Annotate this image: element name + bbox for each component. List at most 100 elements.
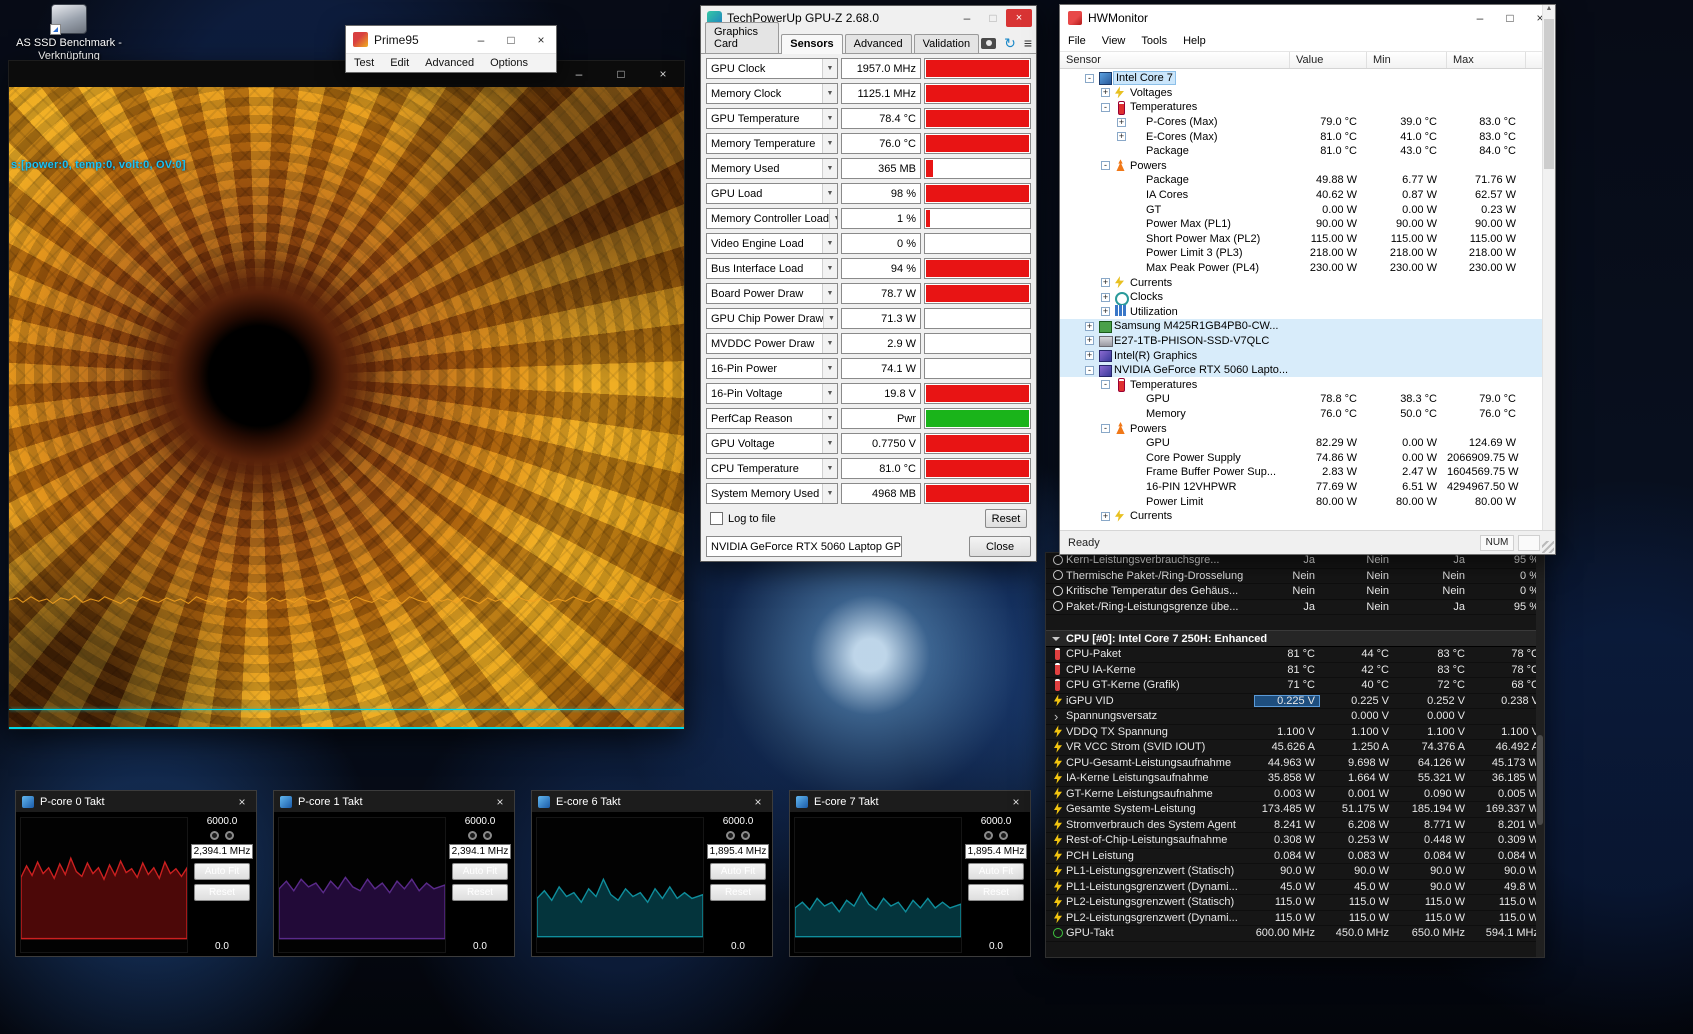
scrollbar-thumb[interactable] [1544, 19, 1554, 169]
sensor-row[interactable]: Stromverbrauch des System Agent 8.241 W … [1046, 818, 1544, 834]
sensor-select[interactable]: GPU Clock ▼ [706, 58, 838, 79]
sensor-tree-row[interactable]: Frame Buffer Power Sup... 2.83 W 2.47 W … [1060, 465, 1555, 480]
sensor-tree-row[interactable]: Core Power Supply 74.86 W 0.00 W 2066909… [1060, 450, 1555, 465]
reset-button[interactable]: Reset [968, 884, 1024, 901]
cpu-section-header[interactable]: CPU [#0]: Intel Core 7 250H: Enhanced [1046, 630, 1544, 647]
sensor-row[interactable]: PL2-Leistungsgrenzwert (Statisch) 115.0 … [1046, 895, 1544, 911]
tree-expander[interactable]: + [1085, 322, 1094, 331]
sensor-select[interactable]: GPU Voltage ▼ [706, 433, 838, 454]
indicator-toggles[interactable] [210, 831, 234, 840]
sensor-row[interactable]: CPU IA-Kerne 81 °C 42 °C 83 °C 78 °C [1046, 663, 1544, 679]
sensor-tree-row[interactable]: + E-Cores (Max) 81.0 °C 41.0 °C 83.0 °C [1060, 129, 1555, 144]
menu-item[interactable]: Tools [1133, 35, 1175, 47]
sensor-tree-row[interactable]: + Intel(R) Graphics [1060, 348, 1555, 363]
sensor-row[interactable]: GT-Kerne Leistungsaufnahme 0.003 W 0.001… [1046, 787, 1544, 803]
sensor-select[interactable]: GPU Chip Power Draw ▼ [706, 308, 838, 329]
tree-expander[interactable]: + [1117, 118, 1126, 127]
hamburger-menu-icon[interactable]: ≡ [1024, 37, 1032, 49]
column-sensor[interactable]: Sensor [1060, 52, 1290, 68]
gpu-device-select[interactable]: NVIDIA GeForce RTX 5060 Laptop GPU ▼ [706, 536, 902, 557]
sensor-select[interactable]: CPU Temperature ▼ [706, 458, 838, 479]
sensor-tree-row[interactable]: 16-PIN 12VHPWR 77.69 W 6.51 W 4294967.50… [1060, 480, 1555, 495]
sensor-select[interactable]: GPU Temperature ▼ [706, 108, 838, 129]
tree-expander[interactable]: - [1085, 366, 1094, 375]
sensor-select[interactable]: Board Power Draw ▼ [706, 283, 838, 304]
sensor-tree-row[interactable]: Package 49.88 W 6.77 W 71.76 W [1060, 173, 1555, 188]
close-button[interactable]: × [232, 795, 252, 809]
sensor-tree-row[interactable]: - Temperatures [1060, 100, 1555, 115]
sensor-select[interactable]: 16-Pin Voltage ▼ [706, 383, 838, 404]
sensor-row[interactable]: GPU-Takt 600.00 MHz 450.0 MHz 650.0 MHz … [1046, 926, 1544, 942]
sensor-tree-row[interactable]: + Samsung M425R1GB4PB0-CW... [1060, 319, 1555, 334]
sensor-row[interactable]: Kern-Leistungsverbrauchsgre... Ja Nein J… [1046, 553, 1544, 569]
sensor-tree-row[interactable]: GT 0.00 W 0.00 W 0.23 W [1060, 202, 1555, 217]
tree-expander[interactable]: - [1101, 161, 1110, 170]
scrollbar[interactable]: ▲▼ [1542, 5, 1555, 554]
sensor-tree-row[interactable]: + Currents [1060, 509, 1555, 524]
sensor-tree-row[interactable]: Power Limit 3 (PL3) 218.00 W 218.00 W 21… [1060, 246, 1555, 261]
sensor-tree-row[interactable]: Max Peak Power (PL4) 230.00 W 230.00 W 2… [1060, 261, 1555, 276]
sensor-select[interactable]: GPU Load ▼ [706, 183, 838, 204]
sensor-row[interactable]: Thermische Paket-/Ring-Drosselung Nein N… [1046, 569, 1544, 585]
sensor-row[interactable]: PCH Leistung 0.084 W 0.083 W 0.084 W 0.0… [1046, 849, 1544, 865]
tree-expander[interactable]: - [1101, 380, 1110, 389]
sensor-row[interactable]: iGPU VID 0.225 V 0.225 V 0.252 V 0.238 V [1046, 694, 1544, 710]
scrollbar-thumb[interactable] [1537, 735, 1543, 825]
sensor-select[interactable]: Memory Used ▼ [706, 158, 838, 179]
close-button[interactable]: × [748, 795, 768, 809]
tree-expander[interactable]: - [1101, 424, 1110, 433]
column-header-row[interactable]: Sensor Value Min Max [1060, 51, 1555, 69]
sensor-select[interactable]: 16-Pin Power ▼ [706, 358, 838, 379]
sensor-tree-row[interactable]: - NVIDIA GeForce RTX 5060 Lapto... [1060, 363, 1555, 378]
sensor-select[interactable]: MVDDC Power Draw ▼ [706, 333, 838, 354]
maximize-button[interactable]: □ [496, 26, 526, 53]
auto-fit-button[interactable]: Auto Fit [710, 863, 766, 880]
indicator-toggles[interactable] [468, 831, 492, 840]
reset-button[interactable]: Reset [710, 884, 766, 901]
reset-button[interactable]: Reset [194, 884, 250, 901]
menu-item[interactable]: Edit [382, 57, 417, 69]
tree-expander[interactable]: + [1085, 336, 1094, 345]
reset-button[interactable]: Reset [985, 509, 1027, 528]
reset-button[interactable]: Reset [452, 884, 508, 901]
column-max[interactable]: Max [1447, 52, 1526, 68]
sensor-tree-row[interactable]: IA Cores 40.62 W 0.87 W 62.57 W [1060, 188, 1555, 203]
sensor-tree-row[interactable]: - Powers [1060, 159, 1555, 174]
sensor-tree-row[interactable]: + Currents [1060, 275, 1555, 290]
sensor-tree-row[interactable]: Package 81.0 °C 43.0 °C 84.0 °C [1060, 144, 1555, 159]
auto-fit-button[interactable]: Auto Fit [968, 863, 1024, 880]
close-button[interactable]: × [1006, 9, 1032, 27]
close-button[interactable]: × [526, 26, 556, 53]
sensor-row[interactable]: CPU GT-Kerne (Grafik) 71 °C 40 °C 72 °C … [1046, 678, 1544, 694]
minimize-button[interactable]: – [558, 61, 600, 87]
sensor-tree-row[interactable]: GPU 82.29 W 0.00 W 124.69 W [1060, 436, 1555, 451]
sensor-tree-row[interactable]: - Powers [1060, 421, 1555, 436]
sensor-tree-row[interactable]: + Utilization [1060, 305, 1555, 320]
tab[interactable]: Sensors [781, 34, 842, 54]
indicator-toggles[interactable] [726, 831, 750, 840]
sensor-row[interactable]: IA-Kerne Leistungsaufnahme 35.858 W 1.66… [1046, 771, 1544, 787]
sensor-tree-row[interactable]: - Intel Core 7 [1060, 71, 1555, 86]
tree-expander[interactable]: - [1085, 74, 1094, 83]
tree-expander[interactable]: + [1101, 293, 1110, 302]
sensor-row[interactable]: Spannungsversatz 0.000 V 0.000 V [1046, 709, 1544, 725]
menu-item[interactable]: Test [346, 57, 382, 69]
sensor-row[interactable]: CPU-Gesamt-Leistungsaufnahme 44.963 W 9.… [1046, 756, 1544, 772]
sensor-tree-row[interactable]: - Temperatures [1060, 377, 1555, 392]
menu-item[interactable]: File [1060, 35, 1094, 47]
sensor-row[interactable]: VR VCC Strom (SVID IOUT) 45.626 A 1.250 … [1046, 740, 1544, 756]
tab[interactable]: Advanced [845, 34, 912, 53]
screenshot-camera-icon[interactable] [981, 38, 996, 49]
resize-grip[interactable] [1542, 541, 1554, 553]
sensor-row[interactable]: PL2-Leistungsgrenzwert (Dynami... 115.0 … [1046, 911, 1544, 927]
column-min[interactable]: Min [1367, 52, 1447, 68]
close-button[interactable]: × [642, 61, 684, 87]
sensor-tree-row[interactable]: GPU 78.8 °C 38.3 °C 79.0 °C [1060, 392, 1555, 407]
close-button[interactable]: × [490, 795, 510, 809]
close-button[interactable]: × [1006, 795, 1026, 809]
sensor-row[interactable]: Gesamte System-Leistung 173.485 W 51.175… [1046, 802, 1544, 818]
sensor-tree-row[interactable]: + Voltages [1060, 86, 1555, 101]
log-to-file-checkbox[interactable] [710, 512, 723, 525]
sensor-tree-row[interactable]: Power Limit 80.00 W 80.00 W 80.00 W [1060, 494, 1555, 509]
sensor-row[interactable]: Rest-of-Chip-Leistungsaufnahme 0.308 W 0… [1046, 833, 1544, 849]
